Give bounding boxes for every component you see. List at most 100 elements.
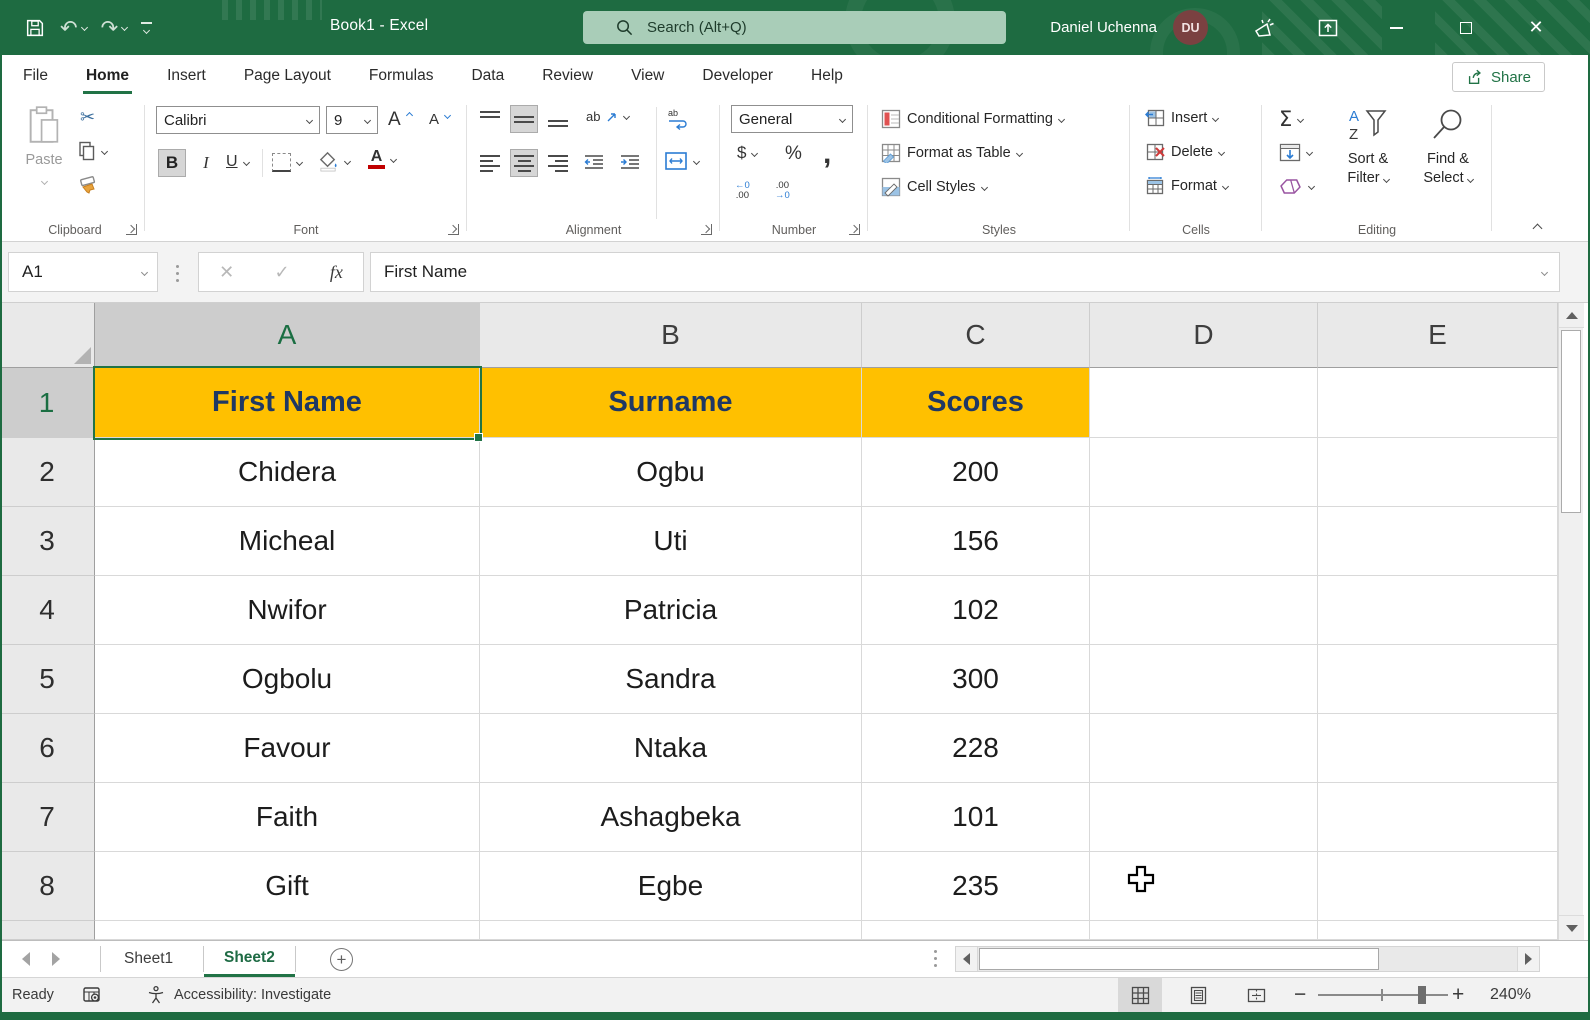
cell-C4[interactable]: 102 (862, 576, 1090, 645)
normal-view-button[interactable] (1118, 978, 1162, 1012)
bottom-align-button[interactable] (544, 105, 572, 133)
cell-D9[interactable] (1090, 921, 1318, 940)
increase-font-size-button[interactable]: A (388, 109, 412, 131)
column-header-B[interactable]: B (480, 303, 862, 368)
avatar[interactable]: DU (1173, 10, 1208, 45)
tab-help[interactable]: Help (792, 55, 862, 97)
increase-indent-button[interactable] (616, 149, 644, 177)
new-sheet-button[interactable]: + (330, 948, 353, 971)
sort-filter-button[interactable]: AZ Sort & Filter (1331, 105, 1405, 188)
accounting-format-button[interactable]: $ (737, 143, 757, 163)
zoom-level[interactable]: 240% (1490, 978, 1531, 1012)
comma-style-button[interactable]: , (823, 137, 831, 171)
cell-B2[interactable]: Ogbu (480, 438, 862, 507)
insert-function-button[interactable]: fx (330, 262, 343, 283)
bold-button[interactable]: B (158, 149, 186, 177)
minimize-button[interactable] (1373, 0, 1419, 55)
cell-C1[interactable]: Scores (862, 368, 1090, 438)
collapse-ribbon-button[interactable] (1534, 219, 1541, 237)
fill-color-button[interactable] (318, 151, 350, 172)
row-header-3[interactable]: 3 (0, 507, 95, 576)
cell-E4[interactable] (1318, 576, 1558, 645)
tab-view[interactable]: View (612, 55, 683, 97)
cell-D5[interactable] (1090, 645, 1318, 714)
cell-A1[interactable]: First Name (95, 368, 480, 438)
delete-cells-button[interactable]: Delete (1145, 143, 1224, 161)
column-header-E[interactable]: E (1318, 303, 1558, 368)
redo-button[interactable]: ↷ (101, 16, 128, 40)
cell-E8[interactable] (1318, 852, 1558, 921)
cell-A2[interactable]: Chidera (95, 438, 480, 507)
font-dialog-launcher[interactable] (448, 224, 459, 235)
zoom-in-button[interactable]: + (1452, 978, 1464, 1012)
maximize-button[interactable] (1443, 0, 1489, 55)
row-header-2[interactable]: 2 (0, 438, 95, 507)
sheet-tab-sheet2[interactable]: Sheet2 (204, 941, 295, 977)
decrease-decimal-button[interactable]: .00→0 (775, 181, 790, 201)
cell-D1[interactable] (1090, 368, 1318, 438)
page-layout-view-button[interactable] (1176, 978, 1220, 1012)
align-right-button[interactable] (544, 149, 572, 177)
italic-button[interactable]: I (192, 149, 220, 177)
cell-E7[interactable] (1318, 783, 1558, 852)
cell-C2[interactable]: 200 (862, 438, 1090, 507)
cell-B9[interactable] (480, 921, 862, 940)
cell-C9[interactable] (862, 921, 1090, 940)
cell-D7[interactable] (1090, 783, 1318, 852)
formula-input[interactable]: First Name (370, 252, 1560, 292)
merge-center-button[interactable] (664, 151, 699, 171)
cell-D8[interactable] (1090, 852, 1318, 921)
row-header-6[interactable]: 6 (0, 714, 95, 783)
format-painter-button[interactable] (78, 175, 98, 195)
select-all-corner[interactable] (0, 303, 95, 368)
center-button[interactable] (510, 149, 538, 177)
font-color-button[interactable]: A (368, 150, 396, 169)
column-header-C[interactable]: C (862, 303, 1090, 368)
tab-review[interactable]: Review (523, 55, 612, 97)
cell-E9[interactable] (1318, 921, 1558, 940)
cell-B6[interactable]: Ntaka (480, 714, 862, 783)
fill-handle[interactable] (474, 433, 483, 442)
row-header-4[interactable]: 4 (0, 576, 95, 645)
cell-D4[interactable] (1090, 576, 1318, 645)
autosum-button[interactable]: Σ (1279, 107, 1303, 131)
cell-A6[interactable]: Favour (95, 714, 480, 783)
cell-B3[interactable]: Uti (480, 507, 862, 576)
tab-page-layout[interactable]: Page Layout (225, 55, 350, 97)
scroll-left-button[interactable] (956, 947, 978, 971)
undo-button[interactable]: ↶ (60, 16, 87, 40)
font-size-combo[interactable]: 9 (326, 106, 378, 134)
orientation-button[interactable]: ab (586, 109, 629, 124)
search-input[interactable]: Search (Alt+Q) (583, 11, 1006, 44)
name-box[interactable]: A1 (8, 252, 158, 292)
copy-button[interactable] (78, 141, 107, 161)
row-header-9[interactable] (0, 921, 95, 940)
page-break-preview-button[interactable] (1234, 978, 1278, 1012)
share-button[interactable]: Share (1452, 62, 1545, 92)
cell-styles-button[interactable]: Cell Styles (881, 177, 987, 197)
user-name[interactable]: Daniel Uchenna (1050, 19, 1157, 36)
cut-button[interactable]: ✂ (80, 107, 95, 128)
scroll-down-button[interactable] (1559, 915, 1584, 940)
tab-file[interactable]: File (4, 55, 67, 97)
increase-decimal-button[interactable]: ←0.00 (735, 181, 750, 201)
next-sheet-button[interactable] (52, 952, 60, 966)
cell-A8[interactable]: Gift (95, 852, 480, 921)
cell-B7[interactable]: Ashagbeka (480, 783, 862, 852)
vertical-scrollbar-thumb[interactable] (1561, 330, 1581, 513)
accessibility-checker[interactable]: Accessibility: Investigate (146, 978, 331, 1012)
row-header-5[interactable]: 5 (0, 645, 95, 714)
cell-E3[interactable] (1318, 507, 1558, 576)
macro-record-button[interactable] (82, 978, 102, 1012)
previous-sheet-button[interactable] (22, 952, 30, 966)
conditional-formatting-button[interactable]: Conditional Formatting (881, 109, 1064, 129)
zoom-slider-thumb[interactable] (1418, 986, 1426, 1004)
cell-E5[interactable] (1318, 645, 1558, 714)
cell-E2[interactable] (1318, 438, 1558, 507)
enter-button[interactable]: ✓ (274, 262, 289, 283)
scroll-right-button[interactable] (1517, 947, 1539, 971)
number-format-combo[interactable]: General (731, 105, 853, 133)
column-header-D[interactable]: D (1090, 303, 1318, 368)
cell-D6[interactable] (1090, 714, 1318, 783)
row-header-8[interactable]: 8 (0, 852, 95, 921)
